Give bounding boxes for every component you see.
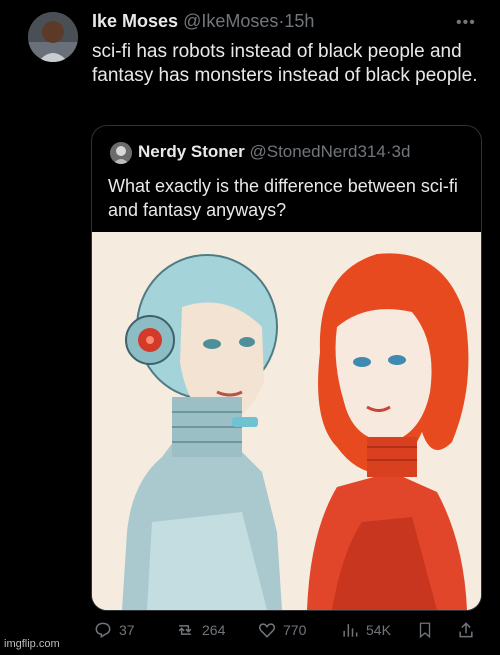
quoted-text: What exactly is the difference between s… [108,176,458,220]
quoted-time: 3d [391,142,411,161]
tweet-time[interactable]: 15h [284,11,314,31]
like-icon [258,623,276,638]
quoted-header: Nerdy Stoner @StonedNerd314·3d [138,142,410,162]
views-icon [343,624,358,637]
views-button[interactable]: 54K [340,620,391,640]
quoted-image[interactable] [92,232,481,610]
like-count: 770 [283,622,307,638]
quoted-author-handle: @StonedNerd314 [249,142,386,161]
quoted-author-avatar [110,142,132,164]
tweet-text: sci-fi has robots instead of black peopl… [92,41,478,86]
repost-count: 264 [202,622,226,638]
author-avatar[interactable] [28,12,78,62]
tweet-actions: 37 264 770 54K [0,620,500,644]
tweet-header: Ike Moses @IkeMoses·15h [92,11,314,32]
more-icon[interactable]: ••• [456,14,476,32]
imgflip-watermark: imgflip.com [4,638,60,650]
reply-button[interactable]: 37 [93,620,135,640]
reply-count: 37 [119,622,135,638]
bookmark-button[interactable] [416,620,434,640]
reply-icon [95,622,111,638]
repost-button[interactable]: 264 [174,620,225,640]
bookmark-icon [419,622,431,639]
tweet: Ike Moses @IkeMoses·15h ••• sci-fi has r… [0,0,500,655]
author-handle[interactable]: @IkeMoses [183,11,278,31]
like-button[interactable]: 770 [257,620,306,640]
red-hair-woman-figure [307,253,469,610]
share-button[interactable] [456,620,476,640]
quoted-author-name: Nerdy Stoner [138,142,245,161]
author-name[interactable]: Ike Moses [92,11,178,31]
quoted-tweet[interactable]: Nerdy Stoner @StonedNerd314·3d What exac… [91,125,482,611]
share-icon [459,622,473,638]
repost-icon [178,625,192,635]
views-count: 54K [366,622,391,638]
